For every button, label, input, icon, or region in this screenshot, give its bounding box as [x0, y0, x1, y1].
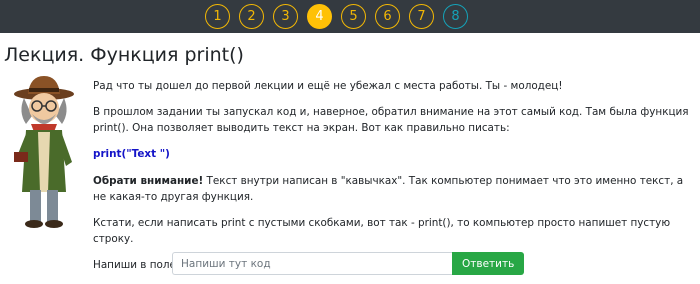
page-8-button[interactable]: 8 — [443, 4, 468, 29]
explanation-paragraph: В прошлом задании ты запускал код и, нав… — [93, 106, 689, 135]
answer-form: Ответить — [172, 252, 525, 275]
code-example: print("Text ") — [93, 148, 170, 161]
professor-illustration — [4, 72, 84, 232]
page-3-button[interactable]: 3 — [273, 4, 298, 29]
page-1-button[interactable]: 1 — [205, 4, 230, 29]
answer-input[interactable] — [172, 252, 452, 275]
note-label: Обрати внимание! — [93, 174, 204, 187]
submit-button[interactable]: Ответить — [452, 252, 525, 275]
top-navigation-bar: 1 2 3 4 5 6 7 8 — [0, 0, 700, 33]
page-6-button[interactable]: 6 — [375, 4, 400, 29]
page-5-button[interactable]: 5 — [341, 4, 366, 29]
lesson-pager: 1 2 3 4 5 6 7 8 — [205, 4, 468, 29]
page-2-button[interactable]: 2 — [239, 4, 264, 29]
tip-paragraph: Кстати, если написать print с пустыми ск… — [93, 216, 671, 245]
page-7-button[interactable]: 7 — [409, 4, 434, 29]
note-paragraph: Обрати внимание! Текст внутри написан в … — [93, 173, 693, 205]
intro-paragraph: Рад что ты дошел до первой лекции и ещё … — [93, 80, 563, 92]
page-title: Лекция. Функция print() — [4, 44, 244, 66]
page-4-button-current[interactable]: 4 — [307, 4, 332, 29]
